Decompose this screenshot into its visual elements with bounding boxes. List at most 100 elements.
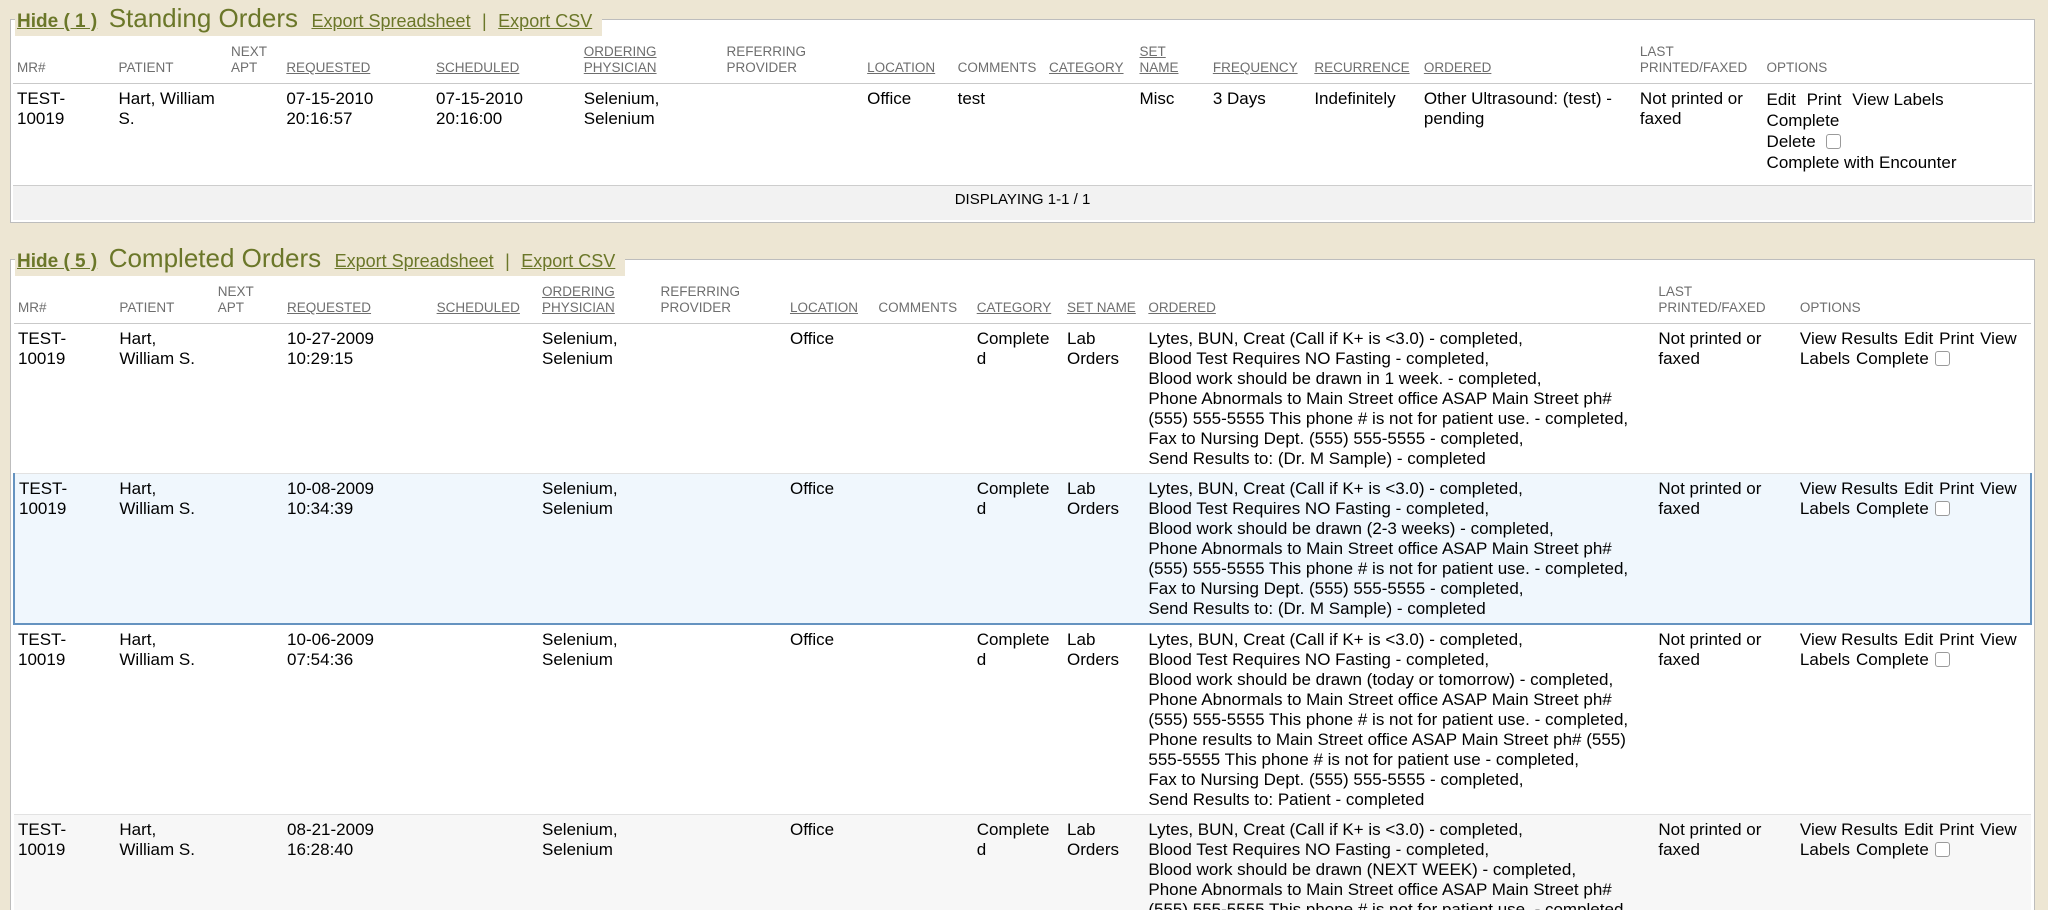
col-requested-sort[interactable]: REQUESTED xyxy=(283,278,433,324)
cell-options: View ResultsEditPrintView LabelsComplete xyxy=(1796,624,2031,815)
print-link[interactable]: Print xyxy=(1939,820,1974,839)
standing-orders-panel: Hide ( 1 ) Standing Orders Export Spread… xyxy=(10,3,2035,223)
ordered-item: Fax to Nursing Dept. (555) 555-5555 - co… xyxy=(1148,770,1649,790)
print-link[interactable]: Print xyxy=(1939,329,1974,348)
complete-link[interactable]: Complete xyxy=(1856,840,1929,859)
col-scheduled-sort[interactable]: SCHEDULED xyxy=(432,38,580,84)
cell-requested: 10-27-2009 10:29:15 xyxy=(283,324,433,474)
delete-link[interactable]: Delete xyxy=(1767,132,1816,151)
col-referring-provider: REFERRING PROVIDER xyxy=(656,278,786,324)
col-location-sort[interactable]: LOCATION xyxy=(863,38,953,84)
standing-export-csv-link[interactable]: Export CSV xyxy=(498,11,592,31)
cell-category: Completed xyxy=(973,624,1063,815)
delete-checkbox[interactable] xyxy=(1826,134,1841,149)
cell-location: Office xyxy=(786,324,874,474)
print-link[interactable]: Print xyxy=(1807,90,1842,109)
edit-link[interactable]: Edit xyxy=(1904,630,1933,649)
cell-patient: Hart, William S. xyxy=(115,324,213,474)
ordered-item: Fax to Nursing Dept. (555) 555-5555 - co… xyxy=(1148,429,1649,449)
standing-export-spreadsheet-link[interactable]: Export Spreadsheet xyxy=(311,11,470,31)
hide-standing-link[interactable]: Hide ( 1 ) xyxy=(17,11,97,32)
completed-orders-legend: Hide ( 5 ) Completed Orders Export Sprea… xyxy=(15,243,625,276)
completed-export-spreadsheet-link[interactable]: Export Spreadsheet xyxy=(335,251,494,271)
view-results-link[interactable]: View Results xyxy=(1800,630,1898,649)
view-results-link[interactable]: View Results xyxy=(1800,479,1898,498)
completed-orders-title: Completed Orders xyxy=(109,243,321,273)
col-recurrence-sort[interactable]: RECURRENCE xyxy=(1310,38,1420,84)
complete-with-encounter-link[interactable]: Complete with Encounter xyxy=(1767,153,1957,172)
cell-next-apt xyxy=(214,324,283,474)
col-set-name-sort[interactable]: SET NAME xyxy=(1135,38,1208,84)
cell-scheduled xyxy=(433,624,538,815)
hide-completed-link[interactable]: Hide ( 5 ) xyxy=(17,251,97,272)
cell-set-name: Lab Orders xyxy=(1063,324,1144,474)
order-checkbox[interactable] xyxy=(1935,842,1950,857)
options-line-3: Complete with Encounter xyxy=(1767,152,2027,173)
cell-location: Office xyxy=(786,815,874,910)
edit-link[interactable]: Edit xyxy=(1904,820,1933,839)
complete-link[interactable]: Complete xyxy=(1767,111,1840,130)
cell-referring-provider xyxy=(656,624,786,815)
cell-category: Completed xyxy=(973,474,1063,625)
cell-category: Completed xyxy=(973,815,1063,910)
order-checkbox[interactable] xyxy=(1935,501,1950,516)
order-checkbox[interactable] xyxy=(1935,351,1950,366)
cell-next-apt xyxy=(214,815,283,910)
cell-ordered: Lytes, BUN, Creat (Call if K+ is <3.0) -… xyxy=(1144,624,1654,815)
cell-comments xyxy=(874,815,972,910)
col-ordering-physician-sort[interactable]: ORDERING PHYSICIAN xyxy=(538,278,656,324)
cell-scheduled: 07-15-2010 20:16:00 xyxy=(432,84,580,186)
edit-link[interactable]: Edit xyxy=(1904,479,1933,498)
col-frequency-sort[interactable]: FREQUENCY xyxy=(1209,38,1311,84)
standing-orders-legend: Hide ( 1 ) Standing Orders Export Spread… xyxy=(15,3,602,36)
cell-referring-provider xyxy=(656,474,786,625)
view-results-link[interactable]: View Results xyxy=(1800,329,1898,348)
cell-patient: Hart, William S. xyxy=(115,624,213,815)
view-results-link[interactable]: View Results xyxy=(1800,820,1898,839)
options-line-2: Delete xyxy=(1767,131,2027,152)
completed-export-csv-link[interactable]: Export CSV xyxy=(521,251,615,271)
col-scheduled-sort[interactable]: SCHEDULED xyxy=(433,278,538,324)
cell-recurrence: Indefinitely xyxy=(1310,84,1420,186)
col-category-sort[interactable]: CATEGORY xyxy=(1045,38,1135,84)
complete-link[interactable]: Complete xyxy=(1856,650,1929,669)
complete-link[interactable]: Complete xyxy=(1856,349,1929,368)
col-ordering-physician-sort[interactable]: ORDERING PHYSICIAN xyxy=(580,38,723,84)
col-options: OPTIONS xyxy=(1763,38,2032,84)
col-ordered-sort[interactable]: ORDERED xyxy=(1144,278,1654,324)
paging-row: DISPLAYING 1-1 / 1 xyxy=(13,186,2032,221)
col-requested-sort[interactable]: REQUESTED xyxy=(282,38,432,84)
col-ordered-sort[interactable]: ORDERED xyxy=(1420,38,1636,84)
standing-orders-table: MR# PATIENT NEXT APT REQUESTED SCHEDULED… xyxy=(13,38,2032,220)
cell-location: Office xyxy=(786,474,874,625)
edit-link[interactable]: Edit xyxy=(1767,90,1796,109)
view-labels-link[interactable]: View Labels xyxy=(1852,90,1943,109)
complete-link[interactable]: Complete xyxy=(1856,499,1929,518)
order-checkbox[interactable] xyxy=(1935,652,1950,667)
ordered-item: Fax to Nursing Dept. (555) 555-5555 - co… xyxy=(1148,579,1649,599)
ordered-item: Phone results to Main Street office ASAP… xyxy=(1148,730,1649,770)
edit-link[interactable]: Edit xyxy=(1904,329,1933,348)
col-patient: PATIENT xyxy=(115,38,228,84)
ordered-item: Blood Test Requires NO Fasting - complet… xyxy=(1148,650,1649,670)
cell-mr: TEST-10019 xyxy=(14,624,115,815)
col-mr: MR# xyxy=(13,38,115,84)
cell-requested: 08-21-2009 16:28:40 xyxy=(283,815,433,910)
cell-options: Edit Print View Labels Complete Delete C… xyxy=(1763,84,2032,186)
col-set-name-sort[interactable]: SET NAME xyxy=(1063,278,1144,324)
cell-ordered: Lytes, BUN, Creat (Call if K+ is <3.0) -… xyxy=(1144,324,1654,474)
col-comments: COMMENTS xyxy=(874,278,972,324)
print-link[interactable]: Print xyxy=(1939,630,1974,649)
col-location-sort[interactable]: LOCATION xyxy=(786,278,874,324)
completed-order-row-3: TEST-10019 Hart, William S. 10-06-2009 0… xyxy=(14,624,2031,815)
ordered-item: Phone Abnormals to Main Street office AS… xyxy=(1148,389,1649,429)
cell-ordered: Lytes, BUN, Creat (Call if K+ is <3.0) -… xyxy=(1144,474,1654,625)
ordered-item: Blood Test Requires NO Fasting - complet… xyxy=(1148,840,1649,860)
cell-next-apt xyxy=(227,84,282,186)
cell-location: Office xyxy=(786,624,874,815)
print-link[interactable]: Print xyxy=(1939,479,1974,498)
ordered-item: Send Results to: Patient - completed xyxy=(1148,790,1649,810)
col-category-sort[interactable]: CATEGORY xyxy=(973,278,1063,324)
cell-mr: TEST-10019 xyxy=(14,815,115,910)
cell-ordering-physician: Selenium, Selenium xyxy=(538,324,656,474)
